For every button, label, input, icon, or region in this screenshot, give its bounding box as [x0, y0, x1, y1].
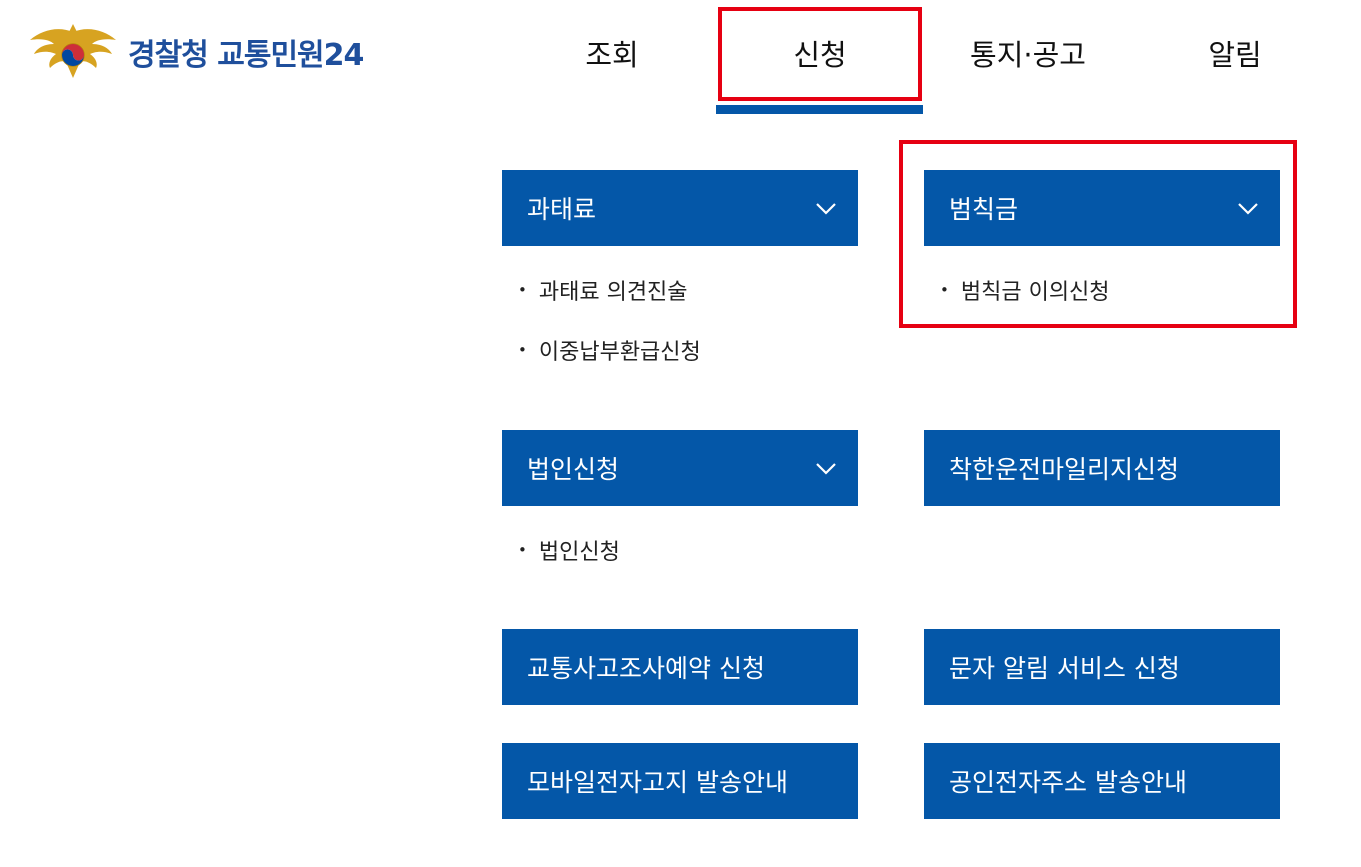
sub-item-fine-opinion[interactable]: • 과태료 의견진술 [518, 274, 688, 306]
bullet-icon: • [940, 281, 949, 299]
nav-item-notice[interactable]: 통지·공고 [948, 30, 1108, 80]
sub-item-label: 과태료 의견진술 [538, 280, 688, 305]
menu-section-sms-alert[interactable]: 문자 알림 서비스 신청 [924, 629, 1280, 705]
chevron-down-icon [814, 456, 838, 480]
police-emblem-icon [30, 24, 116, 78]
menu-section-corporate[interactable]: 법인신청 [502, 430, 858, 506]
menu-section-fine[interactable]: 과태료 [502, 170, 858, 246]
sub-item-label: 이중납부환급신청 [538, 340, 701, 365]
chevron-down-icon [814, 196, 838, 220]
menu-section-title: 문자 알림 서비스 신청 [949, 654, 1180, 683]
menu-section-certified-email[interactable]: 공인전자주소 발송안내 [924, 743, 1280, 819]
nav-item-application[interactable]: 신청 [770, 30, 870, 80]
bullet-icon: • [518, 281, 527, 299]
sub-item-double-payment-refund[interactable]: • 이중납부환급신청 [518, 334, 701, 366]
menu-section-title: 교통사고조사예약 신청 [527, 654, 765, 683]
nav-item-inquiry[interactable]: 조회 [562, 30, 662, 80]
menu-section-title: 착한운전마일리지신청 [949, 455, 1180, 484]
menu-section-accident-investigation[interactable]: 교통사고조사예약 신청 [502, 629, 858, 705]
menu-section-penalty[interactable]: 범칙금 [924, 170, 1280, 246]
bullet-icon: • [518, 341, 527, 359]
chevron-down-icon [1236, 196, 1260, 220]
sub-item-corporate-application[interactable]: • 법인신청 [518, 534, 620, 566]
sub-item-label: 범칙금 이의신청 [960, 280, 1110, 305]
menu-section-title: 과태료 [527, 195, 597, 224]
menu-section-title: 범칙금 [949, 195, 1019, 224]
logo-text: 경찰청 교통민원24 [128, 38, 364, 73]
menu-section-title: 모바일전자고지 발송안내 [527, 768, 788, 797]
site-logo[interactable]: 경찰청 교통민원24 [28, 22, 364, 82]
bullet-icon: • [518, 541, 527, 559]
menu-section-mobile-notice[interactable]: 모바일전자고지 발송안내 [502, 743, 858, 819]
menu-section-good-driving-mileage[interactable]: 착한운전마일리지신청 [924, 430, 1280, 506]
active-nav-underline [716, 105, 923, 114]
sub-item-penalty-objection[interactable]: • 범칙금 이의신청 [940, 274, 1110, 306]
menu-section-title: 공인전자주소 발송안내 [949, 768, 1187, 797]
nav-item-alerts[interactable]: 알림 [1185, 30, 1285, 80]
menu-section-title: 법인신청 [527, 455, 620, 484]
sub-item-label: 법인신청 [538, 540, 620, 565]
